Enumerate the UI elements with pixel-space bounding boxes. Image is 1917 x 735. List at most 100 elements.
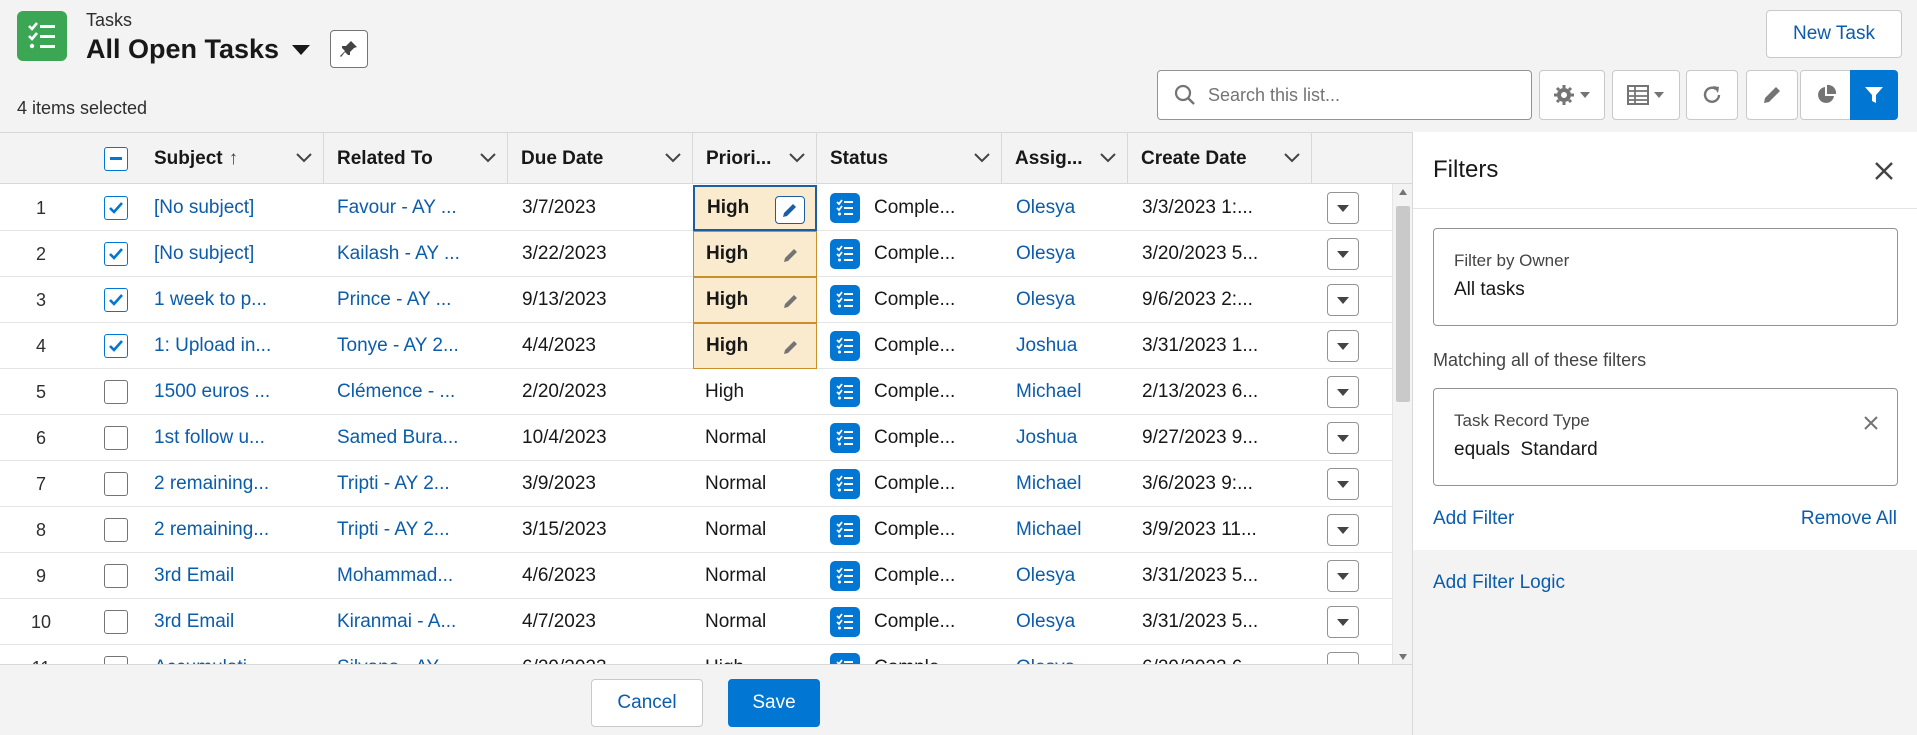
edit-pencil-icon[interactable] [776,287,806,315]
subject-link[interactable]: 3rd Email [154,599,324,645]
related-to-link[interactable]: Mohammad... [337,553,507,599]
row-select[interactable] [104,369,134,415]
row-action-menu-button[interactable] [1327,238,1359,270]
search-input[interactable] [1208,84,1508,106]
row-actions[interactable] [1327,185,1367,231]
list-view-title[interactable]: All Open Tasks [86,34,313,65]
row-action-menu-button[interactable] [1327,422,1359,454]
related-to-link[interactable]: Tripti - AY 2... [337,461,507,507]
new-task-button[interactable]: New Task [1766,10,1902,58]
add-filter-logic-link[interactable]: Add Filter Logic [1433,572,1565,594]
chevron-down-icon[interactable] [1283,149,1301,167]
related-to-link[interactable]: Tripti - AY 2... [337,507,507,553]
chevron-down-icon[interactable] [788,149,806,167]
remove-all-link[interactable]: Remove All [1801,508,1897,530]
subject-link[interactable]: Accumulati... [154,645,324,664]
column-header-status[interactable]: Status [817,133,1002,184]
chevron-down-icon[interactable] [664,149,682,167]
row-action-menu-button[interactable] [1327,606,1359,638]
row-select[interactable] [104,553,134,599]
close-icon[interactable] [1871,158,1897,184]
row-actions[interactable] [1327,231,1367,277]
priority-cell[interactable]: High [693,323,817,369]
table-row[interactable]: 3 1 week to p... Prince - AY ... 9/13/20… [0,277,1392,323]
assigned-to-link[interactable]: Michael [1016,461,1126,507]
related-to-link[interactable]: Samed Bura... [337,415,507,461]
row-actions[interactable] [1327,645,1367,664]
table-row[interactable]: 10 3rd Email Kiranmai - A... 4/7/2023 No… [0,599,1392,645]
assigned-to-link[interactable]: Olesya [1016,645,1126,664]
priority-cell[interactable]: Normal [693,599,817,645]
row-action-menu-button[interactable] [1327,284,1359,316]
task-record-type-filter-card[interactable]: Task Record Type equals Standard [1433,388,1898,486]
row-actions[interactable] [1327,277,1367,323]
row-checkbox[interactable] [104,380,128,404]
subject-link[interactable]: 1st follow u... [154,415,324,461]
subject-link[interactable]: [No subject] [154,231,324,277]
subject-link[interactable]: 3rd Email [154,553,324,599]
chevron-down-icon[interactable] [479,149,497,167]
row-select[interactable] [104,323,134,369]
chevron-down-icon[interactable] [295,149,313,167]
cancel-button[interactable]: Cancel [591,679,703,727]
table-row[interactable]: 7 2 remaining... Tripti - AY 2... 3/9/20… [0,461,1392,507]
row-checkbox[interactable] [104,656,128,664]
priority-cell[interactable]: Normal [693,507,817,553]
subject-link[interactable]: 1 week to p... [154,277,324,323]
select-all-checkbox[interactable] [104,146,128,171]
subject-link[interactable]: 2 remaining... [154,507,324,553]
column-header-due-date[interactable]: Due Date [508,133,693,184]
charts-button[interactable] [1800,70,1852,120]
row-checkbox[interactable] [104,242,128,266]
table-row[interactable]: 9 3rd Email Mohammad... 4/6/2023 Normal … [0,553,1392,599]
row-action-menu-button[interactable] [1327,192,1359,224]
row-actions[interactable] [1327,599,1367,645]
scroll-up-icon[interactable] [1398,188,1408,196]
save-button[interactable]: Save [728,679,820,727]
subject-link[interactable]: 1: Upload in... [154,323,324,369]
related-to-link[interactable]: Clémence - ... [337,369,507,415]
column-header-related-to[interactable]: Related To [324,133,508,184]
pin-list-button[interactable] [330,30,368,68]
column-header-priority[interactable]: Priori... [693,133,817,184]
display-as-button[interactable] [1612,70,1680,120]
row-actions[interactable] [1327,553,1367,599]
row-actions[interactable] [1327,415,1367,461]
row-action-menu-button[interactable] [1327,376,1359,408]
assigned-to-link[interactable]: Michael [1016,507,1126,553]
table-row[interactable]: 4 1: Upload in... Tonye - AY 2... 4/4/20… [0,323,1392,369]
row-select[interactable] [104,185,134,231]
assigned-to-link[interactable]: Olesya [1016,185,1126,231]
priority-cell[interactable]: Normal [693,461,817,507]
priority-cell[interactable]: High [693,277,817,323]
row-checkbox[interactable] [104,334,128,358]
edit-pencil-icon[interactable] [775,196,805,224]
assigned-to-link[interactable]: Olesya [1016,599,1126,645]
inline-edit-button[interactable] [1746,70,1798,120]
row-checkbox[interactable] [104,564,128,588]
column-header-create-date[interactable]: Create Date [1128,133,1312,184]
row-checkbox[interactable] [104,426,128,450]
assigned-to-link[interactable]: Joshua [1016,323,1126,369]
scroll-down-icon[interactable] [1398,653,1408,661]
priority-cell[interactable]: Normal [693,553,817,599]
filter-by-owner-card[interactable]: Filter by Owner All tasks [1433,228,1898,326]
list-settings-button[interactable] [1539,70,1605,120]
related-to-link[interactable]: Silvana - AY ... [337,645,507,664]
row-actions[interactable] [1327,323,1367,369]
assigned-to-link[interactable]: Olesya [1016,231,1126,277]
priority-cell[interactable]: High [693,645,817,664]
table-row[interactable]: 5 1500 euros ... Clémence - ... 2/20/202… [0,369,1392,415]
row-select[interactable] [104,599,134,645]
edit-pencil-icon[interactable] [776,241,806,269]
assigned-to-link[interactable]: Michael [1016,369,1126,415]
assigned-to-link[interactable]: Olesya [1016,277,1126,323]
row-action-menu-button[interactable] [1327,514,1359,546]
select-all-header[interactable] [95,133,140,184]
filters-button[interactable] [1850,70,1898,120]
priority-cell[interactable]: High [693,231,817,277]
row-checkbox[interactable] [104,472,128,496]
row-actions[interactable] [1327,507,1367,553]
row-actions[interactable] [1327,369,1367,415]
row-select[interactable] [104,415,134,461]
